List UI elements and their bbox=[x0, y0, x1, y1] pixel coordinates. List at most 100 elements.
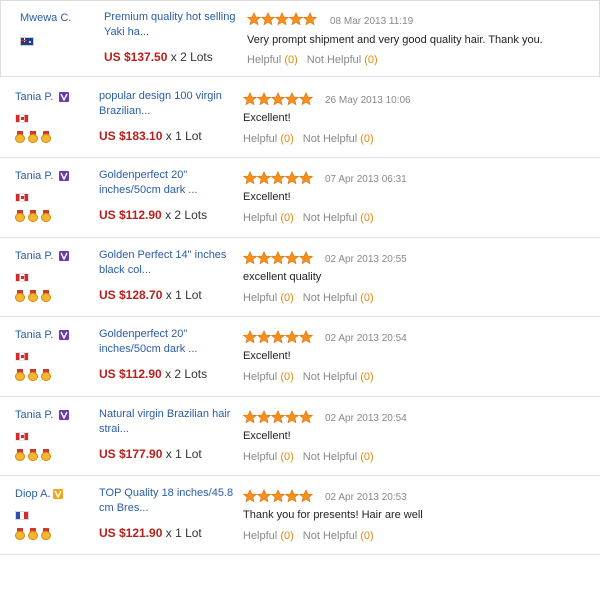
helpful-link[interactable]: Helpful (0) bbox=[243, 292, 294, 304]
buyer-name-link[interactable]: Tania P. bbox=[15, 91, 53, 103]
helpful-count: (0) bbox=[280, 212, 294, 224]
not-helpful-link[interactable]: Not Helpful (0) bbox=[303, 371, 374, 383]
buyer-name-link[interactable]: Tania P. bbox=[15, 329, 53, 341]
star-icon bbox=[299, 330, 313, 344]
review-row: Tania P. Golden Perfect 14" inches black … bbox=[0, 238, 600, 317]
helpful-link[interactable]: Helpful (0) bbox=[243, 371, 294, 383]
not-helpful-count: (0) bbox=[360, 530, 374, 542]
vip-badge-icon bbox=[59, 171, 69, 181]
vip-badge-icon bbox=[59, 330, 69, 340]
star-icon bbox=[285, 489, 299, 503]
buyer-name-link[interactable]: Tania P. bbox=[15, 250, 53, 262]
not-helpful-label: Not Helpful bbox=[306, 54, 362, 66]
review-date: 08 Mar 2013 11:19 bbox=[330, 16, 414, 27]
buyer-name-link[interactable]: Diop A. bbox=[15, 488, 50, 500]
helpful-count: (0) bbox=[280, 371, 294, 383]
product-title-link[interactable]: popular design 100 virgin Brazilian... bbox=[99, 89, 239, 119]
order-price: US $183.10 bbox=[99, 129, 163, 143]
buyer-name-link[interactable]: Mwewa C. bbox=[20, 12, 71, 24]
order-price: US $112.90 bbox=[99, 367, 162, 381]
order-price: US $128.70 bbox=[99, 288, 163, 302]
review-row: Mwewa C. Premium quality hot selling Yaki… bbox=[0, 0, 600, 77]
helpful-link[interactable]: Helpful (0) bbox=[243, 530, 294, 542]
buyer-name-link[interactable]: Tania P. bbox=[15, 170, 53, 182]
order-price-line: US $177.90 x 1 Lot bbox=[99, 447, 202, 461]
medal-icon bbox=[15, 449, 25, 461]
helpful-count: (0) bbox=[280, 530, 294, 542]
order-price-line: US $112.90 x 2 Lots bbox=[99, 367, 207, 381]
not-helpful-label: Not Helpful bbox=[302, 451, 358, 463]
product-title-link[interactable]: Natural virgin Brazilian hair strai... bbox=[99, 407, 239, 437]
not-helpful-link[interactable]: Not Helpful (0) bbox=[303, 133, 374, 145]
order-price-line: US $128.70 x 1 Lot bbox=[99, 288, 202, 302]
product-title-link[interactable]: TOP Quality 18 inches/45.8 cm Bres... bbox=[99, 486, 239, 516]
buyer-level-medals bbox=[15, 131, 51, 143]
helpful-count: (0) bbox=[280, 292, 294, 304]
helpful-label: Helpful bbox=[243, 530, 278, 542]
medal-icon bbox=[41, 369, 51, 381]
helpful-label: Helpful bbox=[243, 371, 278, 383]
not-helpful-link[interactable]: Not Helpful (0) bbox=[303, 292, 374, 304]
order-price-line: US $183.10 x 1 Lot bbox=[99, 129, 202, 143]
helpful-votes: Helpful (0) Not Helpful (0) bbox=[243, 530, 374, 542]
helpful-count: (0) bbox=[284, 54, 298, 66]
star-icon bbox=[285, 410, 299, 424]
rating-stars bbox=[243, 410, 313, 424]
not-helpful-link[interactable]: Not Helpful (0) bbox=[307, 54, 378, 66]
helpful-link[interactable]: Helpful (0) bbox=[243, 212, 294, 224]
order-price-line: US $137.50 x 2 Lots bbox=[104, 50, 213, 64]
order-quantity: x 2 Lots bbox=[165, 208, 208, 222]
not-helpful-count: (0) bbox=[360, 451, 374, 463]
review-date: 07 Apr 2013 06:31 bbox=[325, 174, 407, 185]
helpful-votes: Helpful (0) Not Helpful (0) bbox=[243, 451, 374, 463]
star-icon bbox=[271, 330, 285, 344]
review-date: 02 Apr 2013 20:54 bbox=[325, 413, 407, 424]
buyer-level-medals bbox=[15, 290, 51, 302]
medal-icon bbox=[28, 369, 38, 381]
medal-icon bbox=[41, 290, 51, 302]
product-title-link[interactable]: Golden Perfect 14" inches black col... bbox=[99, 248, 239, 278]
medal-icon bbox=[41, 449, 51, 461]
review-date: 26 May 2013 10:06 bbox=[325, 95, 411, 106]
star-icon bbox=[247, 12, 261, 26]
helpful-votes: Helpful (0) Not Helpful (0) bbox=[243, 371, 374, 383]
not-helpful-count: (0) bbox=[360, 133, 374, 145]
review-row: Tania P. popular design 100 virgin Brazil… bbox=[0, 79, 600, 158]
buyer-name-link[interactable]: Tania P. bbox=[15, 409, 53, 421]
medal-icon bbox=[41, 131, 51, 143]
helpful-count: (0) bbox=[280, 133, 294, 145]
not-helpful-count: (0) bbox=[364, 54, 378, 66]
product-title-link[interactable]: Goldenperfect 20" inches/50cm dark ... bbox=[99, 168, 239, 198]
vip-badge-icon bbox=[59, 410, 69, 420]
review-row: Tania P. Natural virgin Brazilian hair st… bbox=[0, 397, 600, 476]
medal-icon bbox=[28, 210, 38, 222]
product-title-link[interactable]: Goldenperfect 20" inches/50cm dark ... bbox=[99, 327, 239, 357]
star-icon bbox=[243, 489, 257, 503]
star-icon bbox=[271, 92, 285, 106]
medal-icon bbox=[28, 131, 38, 143]
not-helpful-link[interactable]: Not Helpful (0) bbox=[303, 451, 374, 463]
helpful-link[interactable]: Helpful (0) bbox=[247, 54, 298, 66]
star-icon bbox=[261, 12, 275, 26]
not-helpful-count: (0) bbox=[360, 292, 374, 304]
helpful-votes: Helpful (0) Not Helpful (0) bbox=[243, 133, 374, 145]
product-title-link[interactable]: Premium quality hot selling Yaki ha... bbox=[104, 10, 244, 40]
vip-badge-icon bbox=[53, 489, 63, 499]
order-quantity: x 1 Lot bbox=[165, 447, 202, 461]
star-icon bbox=[289, 12, 303, 26]
not-helpful-link[interactable]: Not Helpful (0) bbox=[303, 212, 374, 224]
medal-icon bbox=[28, 290, 38, 302]
not-helpful-count: (0) bbox=[360, 371, 374, 383]
review-text: Excellent! bbox=[243, 430, 291, 442]
helpful-link[interactable]: Helpful (0) bbox=[243, 133, 294, 145]
not-helpful-link[interactable]: Not Helpful (0) bbox=[303, 530, 374, 542]
order-quantity: x 2 Lots bbox=[165, 367, 208, 381]
order-price: US $137.50 bbox=[104, 50, 168, 64]
review-date: 02 Apr 2013 20:53 bbox=[325, 492, 407, 503]
review-row: Diop A. TOP Quality 18 inches/45.8 cm Bre… bbox=[0, 476, 600, 555]
review-date: 02 Apr 2013 20:55 bbox=[325, 254, 407, 265]
helpful-label: Helpful bbox=[243, 212, 278, 224]
australia-flag-icon bbox=[20, 37, 34, 46]
star-icon bbox=[271, 489, 285, 503]
helpful-link[interactable]: Helpful (0) bbox=[243, 451, 294, 463]
